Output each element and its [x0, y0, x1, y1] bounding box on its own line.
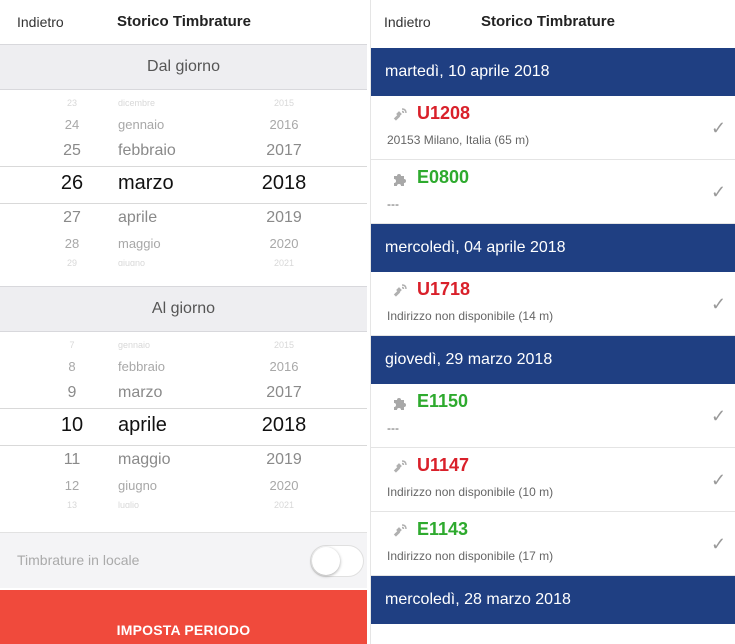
- set-period-button[interactable]: IMPOSTA PERIODO: [0, 590, 367, 644]
- picker-year: 2020: [269, 478, 299, 493]
- from-date-header: Dal giorno: [0, 44, 367, 90]
- satellite-icon: [392, 459, 408, 475]
- satellite-icon: [392, 283, 408, 299]
- date-group-header: mercoledì, 04 aprile 2018: [371, 224, 735, 272]
- punch-entry[interactable]: E1150 --- ✓: [371, 384, 735, 448]
- punch-code: U1718: [417, 279, 471, 299]
- punch-code: E1143: [417, 519, 469, 539]
- history-screen: Indietro Storico Timbrature martedì, 10 …: [370, 0, 735, 644]
- picker-day: 25: [63, 142, 81, 159]
- punch-address: ---: [387, 197, 399, 211]
- picker-month: giugno: [118, 258, 146, 266]
- toggle-knob: [312, 547, 340, 575]
- picker-month: maggio: [118, 451, 171, 468]
- picker-month: giugno: [118, 478, 158, 493]
- picker-day: 12: [64, 478, 80, 493]
- picker-day: 26: [60, 172, 84, 194]
- synced-check-icon: ✓: [711, 294, 727, 314]
- picker-month: febbraio: [118, 359, 165, 374]
- synced-check-icon: ✓: [711, 406, 727, 426]
- satellite-icon: [392, 523, 408, 539]
- picker-month: gennaio: [118, 340, 151, 350]
- to-date-header: Al giorno: [0, 286, 367, 332]
- picker-day: 10: [60, 414, 84, 436]
- picker-month: febbraio: [118, 142, 176, 159]
- picker-day: 7: [69, 340, 75, 350]
- date-group-header: martedì, 10 aprile 2018: [371, 48, 735, 96]
- picker-day: 24: [64, 117, 80, 132]
- picker-year: 2016: [269, 359, 299, 374]
- picker-month: luglio: [118, 500, 140, 508]
- picker-year: 2018: [261, 414, 307, 436]
- punch-code: U1208: [417, 103, 471, 123]
- punch-entry[interactable]: U1147 Indirizzo non disponibile (10 m) ✓: [371, 448, 735, 512]
- picker-day: 9: [67, 384, 77, 401]
- picker-day: 11: [63, 451, 81, 468]
- punch-address: 20153 Milano, Italia (65 m): [387, 133, 530, 147]
- picker-month: marzo: [118, 384, 163, 401]
- picker-day: 29: [66, 258, 77, 266]
- picker-day: 13: [66, 500, 77, 508]
- nav-bar: Indietro Storico Timbrature: [371, 0, 735, 44]
- picker-year: 2018: [261, 172, 307, 194]
- picker-month: maggio: [118, 236, 161, 251]
- picker-year: 2021: [273, 258, 295, 266]
- local-records-toggle[interactable]: [310, 545, 364, 577]
- picker-year: 2015: [273, 340, 295, 350]
- punch-code: U1147: [417, 455, 470, 475]
- punch-code: E1150: [417, 391, 469, 411]
- picker-year: 2015: [273, 98, 295, 108]
- date-group-header: giovedì, 29 marzo 2018: [371, 336, 735, 384]
- local-records-row: Timbrature in locale: [0, 532, 367, 588]
- synced-check-icon: ✓: [711, 118, 727, 138]
- picker-day: 8: [68, 359, 76, 374]
- picker-day: 27: [63, 209, 81, 226]
- puzzle-icon: [392, 171, 408, 187]
- punch-address: Indirizzo non disponibile (10 m): [387, 485, 554, 499]
- puzzle-icon: [392, 395, 408, 411]
- picker-month: aprile: [118, 414, 167, 436]
- period-screen: Indietro Storico Timbrature Dal giorno 2…: [0, 0, 367, 644]
- picker-year: 2016: [269, 117, 299, 132]
- to-date-picker[interactable]: 7 gennaio 2015 8 febbraio 2016 9 marzo 2017 10 apr…: [0, 332, 367, 508]
- punch-address: ---: [387, 421, 399, 435]
- picker-year: 2020: [269, 236, 299, 251]
- picker-day: 23: [66, 98, 77, 108]
- picker-year: 2019: [266, 451, 302, 468]
- picker-year: 2017: [266, 142, 302, 159]
- picker-year: 2019: [266, 209, 302, 226]
- synced-check-icon: ✓: [711, 534, 727, 554]
- punch-address: Indirizzo non disponibile (14 m): [387, 309, 554, 323]
- picker-month: dicembre: [118, 98, 156, 108]
- synced-check-icon: ✓: [711, 470, 727, 490]
- picker-year: 2017: [266, 384, 302, 401]
- picker-month: gennaio: [118, 117, 165, 132]
- local-records-label: Timbrature in locale: [17, 552, 140, 568]
- back-button[interactable]: Indietro: [17, 14, 64, 30]
- punch-entry[interactable]: U1718 Indirizzo non disponibile (14 m) ✓: [371, 272, 735, 336]
- nav-bar: Indietro Storico Timbrature: [0, 0, 367, 44]
- punch-entry[interactable]: U1208 20153 Milano, Italia (65 m) ✓: [371, 96, 735, 160]
- picker-month: aprile: [118, 209, 158, 226]
- picker-year: 2021: [273, 500, 295, 508]
- picker-month: marzo: [118, 172, 174, 194]
- back-button[interactable]: Indietro: [384, 14, 431, 30]
- page-title: Storico Timbrature: [117, 13, 251, 30]
- punch-entry[interactable]: E1143 Indirizzo non disponibile (17 m) ✓: [371, 512, 735, 576]
- synced-check-icon: ✓: [711, 182, 727, 202]
- from-date-picker[interactable]: 23 dicembre 2015 24 gennaio 2016 25 febbraio 201…: [0, 90, 367, 266]
- page-title: Storico Timbrature: [481, 13, 615, 30]
- date-group-header: mercoledì, 28 marzo 2018: [371, 576, 735, 624]
- punch-address: Indirizzo non disponibile (17 m): [387, 549, 554, 563]
- punch-entry[interactable]: E0800 --- ✓: [371, 160, 735, 224]
- picker-day: 28: [64, 236, 80, 251]
- punch-code: E0800: [417, 167, 470, 187]
- satellite-icon: [392, 107, 408, 123]
